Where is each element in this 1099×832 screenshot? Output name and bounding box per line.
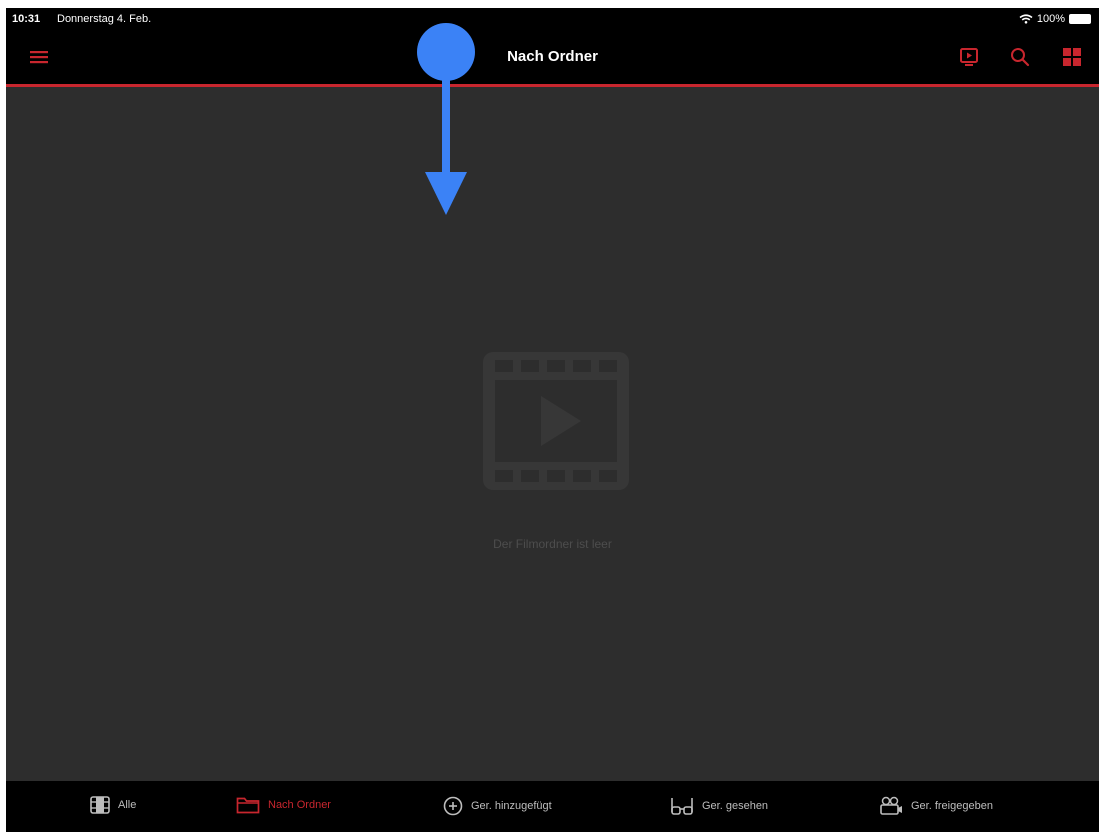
folder-icon [236, 797, 260, 814]
tab-label: Ger. gesehen [702, 800, 769, 812]
tab-label: Ger. hinzugefügt [471, 800, 552, 812]
plus-circle-icon [443, 796, 463, 816]
grid-view-button[interactable] [1059, 44, 1085, 70]
nav-bar: Nach Ordner [6, 30, 1099, 87]
film-placeholder-icon [483, 352, 629, 490]
glasses-icon [671, 798, 693, 815]
tab-label: Nach Ordner [268, 799, 331, 811]
tab-ger-gesehen[interactable]: Ger. gesehen [670, 796, 768, 816]
search-button[interactable] [1007, 44, 1033, 70]
battery-percent: 100% [1036, 13, 1065, 25]
tab-label: Alle [118, 799, 137, 811]
swipe-down-gesture [417, 23, 475, 215]
page-title: Nach Ordner [507, 48, 598, 65]
battery-icon [1069, 14, 1091, 24]
status-indicators: 100% [1019, 13, 1091, 25]
tab-ger-freigegeben[interactable]: Ger. freigegeben [879, 796, 993, 816]
tab-ger-hinzugefuegt[interactable]: Ger. hinzugefügt [443, 796, 552, 816]
tab-alle[interactable]: Alle [90, 796, 136, 814]
play-screen-button[interactable] [956, 44, 982, 70]
grid-icon [1063, 48, 1081, 66]
wifi-icon [1019, 14, 1033, 24]
search-icon [1011, 48, 1030, 67]
empty-state-message: Der Filmordner ist leer [493, 537, 612, 551]
tab-label: Ger. freigegeben [911, 800, 993, 812]
camera-icon [880, 796, 902, 815]
film-strip-icon [90, 796, 110, 814]
status-time: 10:31 [12, 13, 41, 25]
status-date: Donnerstag 4. Feb. [57, 13, 152, 25]
content-area[interactable]: Der Filmordner ist leer [6, 87, 1099, 781]
device-screen: 10:31 Donnerstag 4. Feb. 100% Nach Ordne… [6, 8, 1099, 832]
status-bar: 10:31 Donnerstag 4. Feb. 100% [6, 8, 1099, 30]
tv-play-icon [960, 48, 978, 66]
tab-bar: Alle Nach Ordner Ger. hinzugefügt Ger. g… [6, 781, 1099, 832]
tab-nach-ordner[interactable]: Nach Ordner [236, 796, 331, 814]
